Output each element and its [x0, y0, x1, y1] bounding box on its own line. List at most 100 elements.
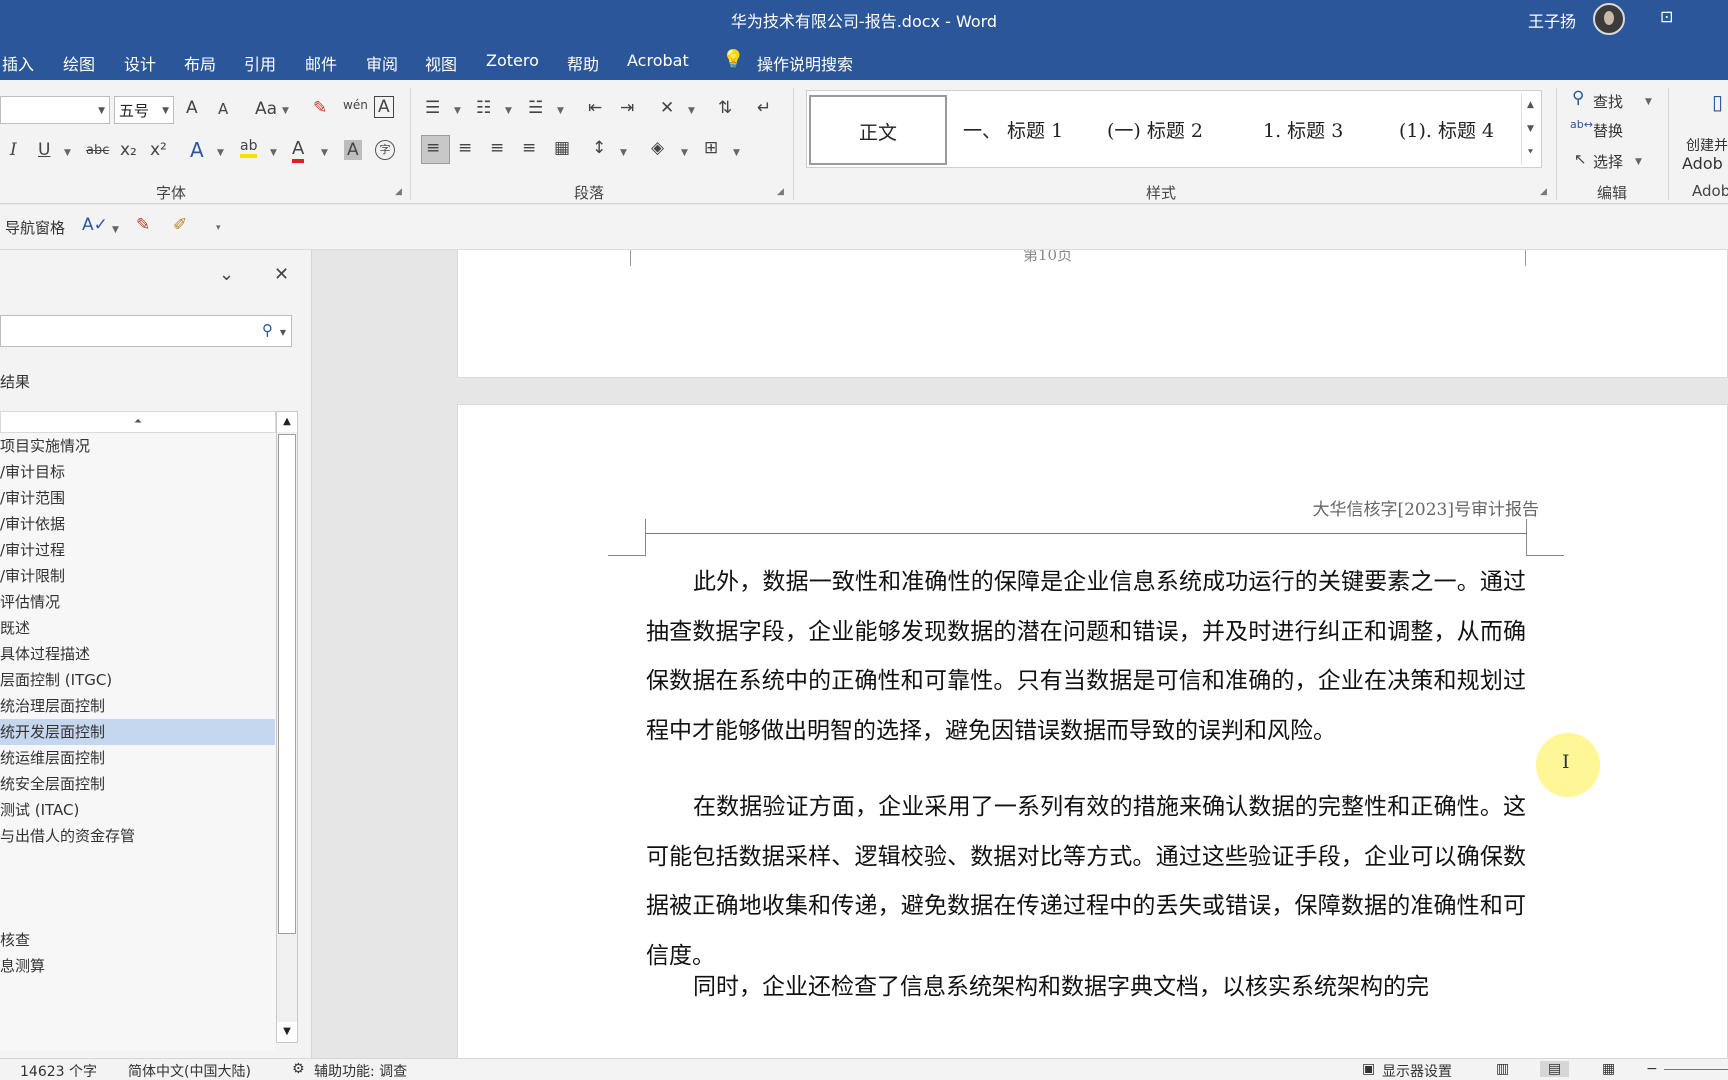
nav-heading-item[interactable]: 统运维层面控制 [0, 745, 275, 771]
chevron-down-icon[interactable]: ▼ [733, 148, 740, 158]
tab-zotero[interactable]: Zotero [486, 51, 539, 70]
style-normal[interactable]: 正文 [809, 95, 947, 165]
nav-heading-item-selected[interactable]: 统开发层面控制 [0, 719, 275, 745]
create-pdf-label[interactable]: 创建并 [1686, 135, 1728, 155]
chevron-down-icon[interactable]: ▼ [112, 225, 119, 235]
italic-icon[interactable]: I [10, 140, 17, 160]
nav-heading-item[interactable]: /审计限制 [0, 563, 275, 589]
ribbon-display-icon[interactable]: ⊡ [1660, 7, 1673, 26]
customize-qat-icon[interactable]: ▾ [216, 223, 221, 233]
user-name[interactable]: 王子扬 [1528, 8, 1576, 32]
text-effects-icon[interactable]: A [190, 138, 204, 162]
nav-heading-item[interactable]: /审计目标 [0, 459, 275, 485]
replace-button[interactable]: 替换 [1593, 120, 1623, 141]
phonetic-guide-icon[interactable]: wén [343, 98, 368, 112]
chevron-down-icon[interactable]: ▼ [505, 106, 512, 116]
gallery-more-icon[interactable]: ⯆ [1521, 141, 1539, 165]
clear-formatting-icon[interactable]: ✎ [313, 98, 327, 118]
align-right-icon[interactable]: ≡ [490, 138, 504, 158]
shading-icon[interactable]: ◈ [651, 138, 664, 158]
search-icon[interactable]: ⚲ [262, 321, 273, 339]
tab-view[interactable]: 视图 [425, 51, 457, 75]
nav-heading-item[interactable]: 与出借人的资金存管 [0, 823, 275, 849]
multilevel-list-icon[interactable]: ☱ [528, 98, 543, 118]
styles-dialog-launcher-icon[interactable]: ◢ [1540, 187, 1547, 197]
style-heading-3[interactable]: 1. 标题 3 [1263, 95, 1383, 165]
close-icon[interactable]: ✕ [274, 264, 289, 285]
strikethrough-icon[interactable]: abc [86, 143, 109, 158]
create-pdf-icon[interactable]: ▯ [1712, 90, 1723, 114]
decrease-indent-icon[interactable]: ⇤ [588, 98, 602, 118]
nav-heading-item[interactable]: 既述 [0, 615, 275, 641]
highlight-icon[interactable]: ab [240, 138, 258, 158]
nav-search-input[interactable]: ⚲ ▼ [0, 315, 292, 347]
tab-insert[interactable]: 插入 [2, 51, 34, 75]
tab-review[interactable]: 审阅 [366, 51, 398, 75]
zoom-out-icon[interactable]: − [1646, 1061, 1658, 1077]
nav-heading-item[interactable]: 具体过程描述 [0, 641, 275, 667]
font-size-combo[interactable]: 五号 ▼ [114, 96, 174, 124]
nav-pane-button[interactable]: 导航窗格 [5, 217, 65, 238]
chevron-down-icon[interactable]: ▼ [270, 148, 277, 158]
tab-help[interactable]: 帮助 [567, 51, 599, 75]
subscript-icon[interactable]: x₂ [120, 140, 137, 160]
borders-icon[interactable]: ⊞ [704, 138, 718, 158]
align-center-icon[interactable]: ≡ [458, 138, 472, 158]
line-spacing-icon[interactable]: ↕ [592, 138, 606, 158]
font-name-combo[interactable]: ▼ [0, 96, 110, 124]
tab-mailings[interactable]: 邮件 [305, 51, 337, 75]
collapse-top-icon[interactable]: ⏶ [0, 411, 276, 433]
display-settings-button[interactable]: 显示器设置 [1382, 1061, 1452, 1080]
zoom-slider[interactable] [1664, 1069, 1728, 1070]
scroll-thumb[interactable] [278, 434, 296, 934]
nav-heading-item[interactable]: 息测算 [0, 953, 275, 979]
chevron-down-icon[interactable]: ▼ [681, 148, 688, 158]
chevron-down-icon[interactable]: ▼ [620, 148, 627, 158]
chevron-down-icon[interactable]: ▼ [321, 148, 328, 158]
web-layout-icon[interactable]: ▦ [1602, 1061, 1615, 1077]
nav-heading-item[interactable]: 评估情况 [0, 589, 275, 615]
chevron-down-icon[interactable]: ▼ [64, 148, 71, 158]
print-layout-icon[interactable]: ▤ [1540, 1061, 1570, 1077]
results-tab[interactable]: 结果 [0, 371, 30, 392]
style-heading-2[interactable]: (一) 标题 2 [1107, 95, 1233, 165]
body-paragraph[interactable]: 同时，企业还检查了信息系统架构和数据字典文档，以核实系统架构的完 [646, 963, 1526, 1013]
paragraph-dialog-launcher-icon[interactable]: ◢ [777, 187, 784, 197]
chevron-down-icon[interactable]: ⌄ [219, 264, 234, 285]
chevron-down-icon[interactable]: ▼ [280, 328, 286, 337]
shrink-font-icon[interactable]: A [218, 100, 228, 118]
scroll-up-icon[interactable]: ▲ [277, 412, 297, 432]
underline-icon[interactable]: U [38, 140, 50, 160]
gallery-up-icon[interactable]: ▲ [1521, 93, 1539, 117]
nav-heading-item[interactable]: 核查 [0, 927, 275, 953]
character-border-icon[interactable]: A [374, 96, 394, 118]
enclose-characters-icon[interactable]: 字 [375, 140, 395, 160]
numbering-icon[interactable]: ☷ [476, 98, 491, 118]
nav-scrollbar[interactable]: ▲ ▼ [276, 411, 298, 1043]
tab-acrobat[interactable]: Acrobat [627, 51, 689, 70]
nav-heading-item[interactable]: 统安全层面控制 [0, 771, 275, 797]
bullets-icon[interactable]: ☰ [425, 98, 440, 118]
chevron-down-icon[interactable]: ▼ [282, 106, 289, 116]
select-button[interactable]: 选择 [1593, 151, 1623, 172]
chevron-down-icon[interactable]: ▼ [1635, 157, 1642, 167]
body-paragraph[interactable]: 在数据验证方面，企业采用了一系列有效的措施来确认数据的完整性和正确性。这可能包括… [646, 783, 1526, 981]
nav-heading-item[interactable]: /审计过程 [0, 537, 275, 563]
eraser-icon[interactable]: ✎ [136, 215, 150, 235]
text-direction-icon[interactable]: ✕ [660, 98, 674, 118]
justify-icon[interactable]: ≡ [522, 138, 536, 158]
character-shading-icon[interactable]: A [344, 140, 362, 160]
scroll-down-icon[interactable]: ▼ [277, 1022, 297, 1042]
nav-heading-item[interactable]: 层面控制 (ITGC) [0, 667, 275, 693]
read-mode-icon[interactable]: ▥ [1496, 1061, 1509, 1077]
distributed-icon[interactable]: ▦ [554, 138, 570, 158]
chevron-down-icon[interactable]: ▼ [557, 106, 564, 116]
nav-heading-item[interactable]: /审计范围 [0, 485, 275, 511]
chevron-down-icon[interactable]: ▼ [688, 106, 695, 116]
accessibility-status[interactable]: 辅助功能: 调查 [314, 1061, 407, 1080]
nav-heading-item[interactable]: /审计依据 [0, 511, 275, 537]
avatar[interactable] [1593, 3, 1625, 35]
tell-me-search[interactable]: 操作说明搜索 [757, 51, 853, 75]
nav-heading-item[interactable]: 项目实施情况 [0, 433, 275, 459]
language-indicator[interactable]: 简体中文(中国大陆) [128, 1061, 251, 1080]
